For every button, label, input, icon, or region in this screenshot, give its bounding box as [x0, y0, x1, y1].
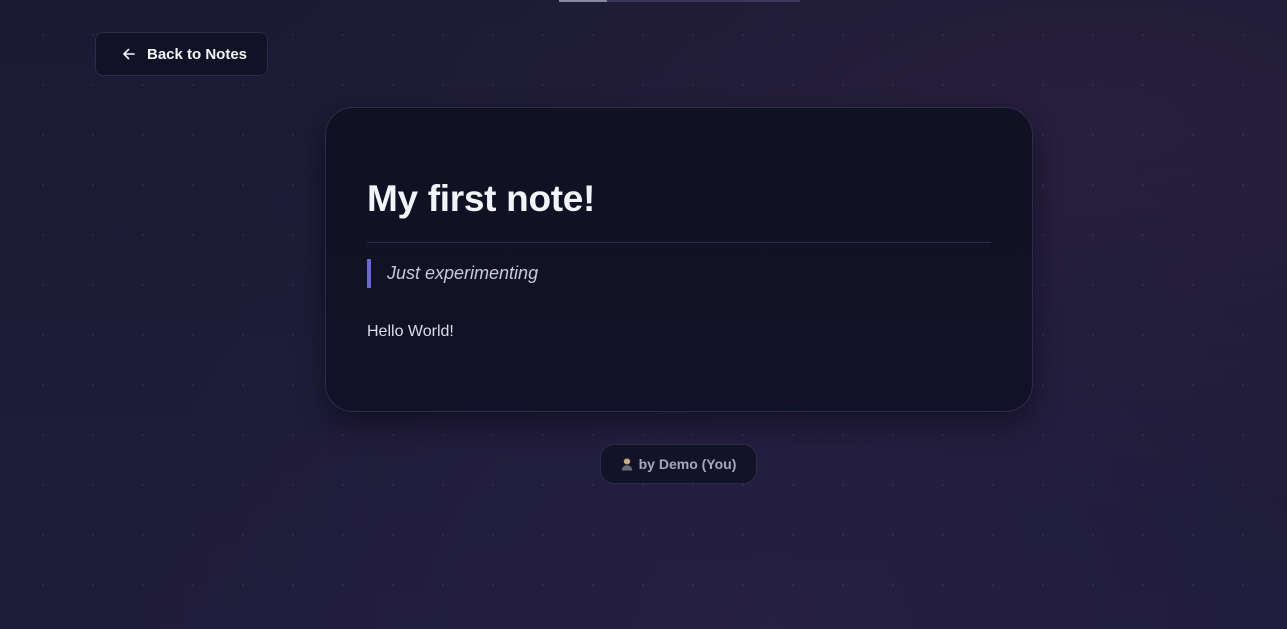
note-card: My first note! Just experimenting Hello …: [325, 107, 1033, 412]
author-label: by Demo (You): [638, 456, 737, 472]
title-divider: [367, 242, 991, 243]
top-loading-bar: [559, 0, 800, 2]
note-title: My first note!: [367, 178, 596, 219]
author-badge: by Demo (You): [600, 444, 757, 484]
arrow-left-icon: [122, 47, 136, 61]
back-to-notes-label: Back to Notes: [147, 45, 248, 63]
top-loading-bar-fill: [559, 0, 608, 2]
note-body: Hello World!: [367, 323, 454, 340]
back-to-notes-button[interactable]: Back to Notes: [95, 32, 268, 76]
user-icon: [621, 457, 633, 471]
note-subtitle: Just experimenting: [367, 259, 991, 288]
